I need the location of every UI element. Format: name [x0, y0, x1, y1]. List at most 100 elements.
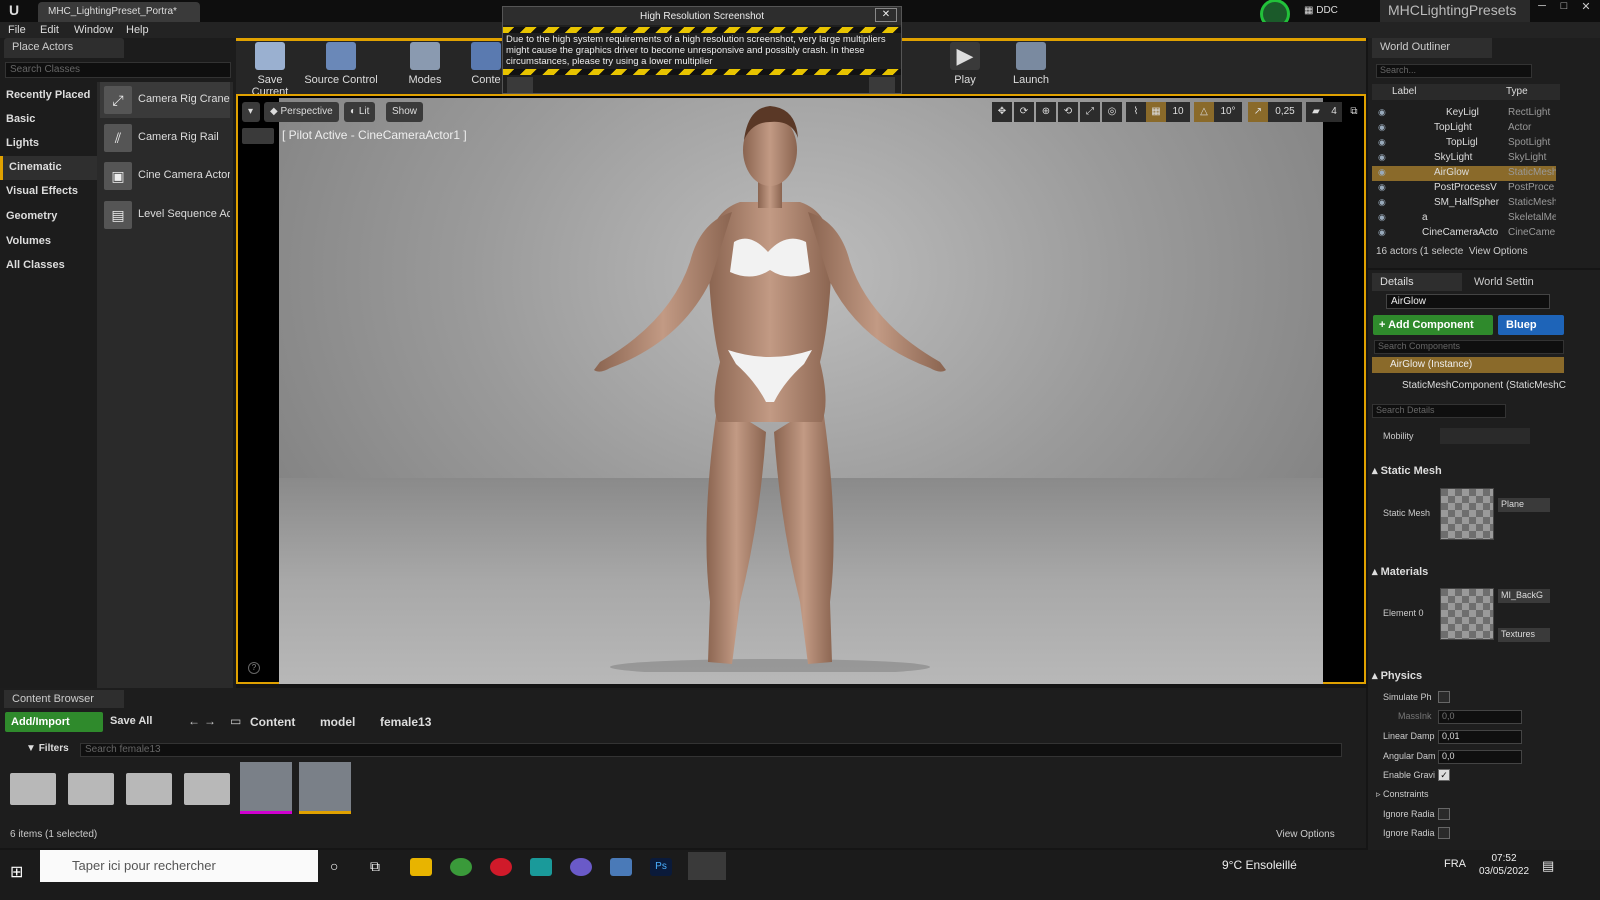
scale-icon[interactable]: ⟲ — [1058, 102, 1078, 122]
windows-start-icon[interactable]: ⊞ — [10, 862, 28, 881]
visibility-eye-icon[interactable]: ◉ — [1378, 137, 1386, 148]
weather-widget[interactable]: 9°C Ensoleillé — [1222, 858, 1297, 872]
source-control-button[interactable]: Source Control — [304, 42, 378, 90]
file-explorer-icon[interactable] — [410, 858, 432, 876]
dialog-close-button[interactable]: ✕ — [875, 8, 897, 22]
take-screenshot-icon[interactable] — [869, 77, 895, 93]
actor-cine-camera[interactable]: ▣ Cine Camera Actor — [100, 158, 230, 194]
outliner-row[interactable]: ◉ CineCameraActo CineCame — [1372, 226, 1556, 241]
enable-gravity-checkbox[interactable]: ✓ — [1438, 769, 1450, 781]
language-indicator[interactable]: FRA — [1444, 858, 1466, 870]
mass-input[interactable]: 0,0 — [1438, 710, 1522, 724]
modes-button[interactable]: Modes — [400, 42, 450, 90]
back-arrow-icon[interactable]: ← — [188, 714, 200, 728]
scale-snap-icon[interactable]: ↗ — [1248, 102, 1268, 122]
component-instance-row[interactable]: AirGlow (Instance) — [1372, 357, 1564, 373]
unreal-logo-icon[interactable]: U — [4, 2, 24, 20]
dialog-title[interactable]: High Resolution Screenshot — [503, 7, 901, 25]
visibility-eye-icon[interactable]: ◉ — [1378, 107, 1386, 118]
capture-region-icon[interactable] — [507, 77, 533, 93]
outliner-row[interactable]: ◉ TopLigl SpotLight — [1372, 136, 1556, 151]
unreal-taskbar-icon[interactable] — [688, 852, 726, 880]
visibility-eye-icon[interactable]: ◉ — [1378, 197, 1386, 208]
linear-damping-input[interactable]: 0,01 — [1438, 730, 1522, 744]
material-thumbnail[interactable] — [1440, 588, 1494, 640]
details-tab[interactable]: Details — [1372, 273, 1462, 291]
category-volumes[interactable]: Volumes — [0, 230, 97, 254]
visibility-eye-icon[interactable]: ◉ — [1378, 182, 1386, 193]
menu-file[interactable]: File — [8, 23, 26, 39]
rotation-snap-icon[interactable]: △ — [1194, 102, 1214, 122]
grid-snap-icon[interactable]: ▦ — [1146, 102, 1166, 122]
actor-camera-rig-rail[interactable]: ⫽ Camera Rig Rail — [100, 120, 230, 156]
expand-icon[interactable]: ⤢ — [1080, 102, 1100, 122]
world-local-icon[interactable]: ◎ — [1102, 102, 1122, 122]
photoshop-icon[interactable]: Ps — [650, 858, 672, 876]
scale-snap-value[interactable]: 0,25 — [1268, 102, 1302, 122]
constraints-row[interactable]: ▹ Constraints — [1376, 789, 1429, 800]
col-type[interactable]: Type — [1506, 86, 1528, 97]
cortana-icon[interactable]: ○ — [330, 858, 352, 876]
visibility-eye-icon[interactable]: ◉ — [1378, 122, 1386, 133]
simulate-physics-checkbox[interactable] — [1438, 691, 1450, 703]
search-details-input[interactable]: Search Details — [1372, 404, 1506, 418]
static-mesh-component-row[interactable]: StaticMeshComponent (StaticMeshC — [1390, 378, 1566, 394]
surface-snap-icon[interactable]: ⌇ — [1126, 102, 1146, 122]
notifications-icon[interactable]: ▤ — [1542, 858, 1554, 874]
play-button[interactable]: ▶ Play — [940, 42, 990, 90]
category-all-classes[interactable]: All Classes — [0, 254, 97, 278]
add-component-button[interactable]: + Add Component — [1373, 315, 1493, 335]
ignore-radial-impulse-checkbox[interactable] — [1438, 808, 1450, 820]
rotate-icon[interactable]: ⟳ — [1014, 102, 1034, 122]
breadcrumb-content[interactable]: Content — [250, 715, 295, 729]
world-outliner-tab[interactable]: World Outliner — [1372, 38, 1492, 58]
task-view-icon[interactable]: ⧉ — [370, 858, 392, 876]
category-recently-placed[interactable]: Recently Placed — [0, 84, 97, 108]
filters-button[interactable]: ▼ Filters — [26, 743, 69, 754]
actor-camera-rig-crane[interactable]: ⤢ Camera Rig Crane — [100, 82, 230, 118]
camera-speed-value[interactable]: 4 — [1326, 102, 1342, 122]
asset-thumbnail[interactable] — [299, 762, 351, 814]
visibility-eye-icon[interactable]: ◉ — [1378, 212, 1386, 223]
forward-arrow-icon[interactable]: → — [204, 714, 216, 728]
rotation-snap-value[interactable]: 10° — [1214, 102, 1242, 122]
document-tab[interactable]: MHC_LightingPreset_Portra* — [38, 2, 200, 22]
ddc-indicator[interactable]: ▦ DDC — [1304, 1, 1366, 21]
asset-thumbnail[interactable] — [240, 762, 292, 814]
actor-level-sequence[interactable]: ▤ Level Sequence Ac — [100, 197, 230, 233]
category-basic[interactable]: Basic — [0, 108, 97, 132]
help-icon[interactable]: ? — [248, 662, 260, 674]
category-geometry[interactable]: Geometry — [0, 205, 97, 229]
textures-combo[interactable]: Textures — [1498, 628, 1550, 642]
minimize-button[interactable]: ─ — [1530, 0, 1554, 16]
folder-item[interactable] — [10, 773, 56, 805]
material-combo[interactable]: MI_BackG — [1498, 589, 1550, 603]
save-current-button[interactable]: Save Current — [238, 42, 302, 98]
grid-snap-value[interactable]: 10 — [1166, 102, 1190, 122]
folder-item[interactable] — [68, 773, 114, 805]
discord-icon[interactable] — [570, 858, 592, 876]
outliner-row[interactable]: ◉ KeyLigl RectLight — [1372, 106, 1556, 121]
static-mesh-thumbnail[interactable] — [1440, 488, 1494, 540]
outliner-row[interactable]: ◉ a SkeletalMe — [1372, 211, 1556, 226]
breadcrumb-model[interactable]: model — [320, 715, 355, 729]
angular-damping-input[interactable]: 0,0 — [1438, 750, 1522, 764]
maximize-button[interactable]: □ — [1552, 0, 1576, 16]
actor-name-field[interactable]: AirGlow — [1386, 294, 1550, 309]
camera-speed-icon[interactable]: ▰ — [1306, 102, 1326, 122]
viewport-options-chevron-icon[interactable]: ▾ — [242, 102, 260, 122]
outliner-row[interactable]: ◉ AirGlow StaticMesh — [1372, 166, 1556, 181]
show-button[interactable]: Show — [386, 102, 424, 122]
search-components-input[interactable]: Search Components — [1374, 340, 1564, 354]
category-cinematic[interactable]: Cinematic — [0, 156, 97, 180]
chrome-icon[interactable] — [450, 858, 472, 876]
folder-item[interactable] — [184, 773, 230, 805]
perspective-button[interactable]: ◆ Perspective — [264, 102, 339, 122]
content-browser-tab[interactable]: Content Browser — [4, 690, 124, 708]
world-settings-tab[interactable]: World Settin — [1466, 273, 1562, 291]
folder-item[interactable] — [126, 773, 172, 805]
move-icon[interactable]: ⊕ — [1036, 102, 1056, 122]
col-label[interactable]: Label — [1392, 86, 1416, 97]
view-options-button[interactable]: View Options — [1469, 246, 1528, 257]
menu-window[interactable]: Window — [74, 23, 113, 39]
